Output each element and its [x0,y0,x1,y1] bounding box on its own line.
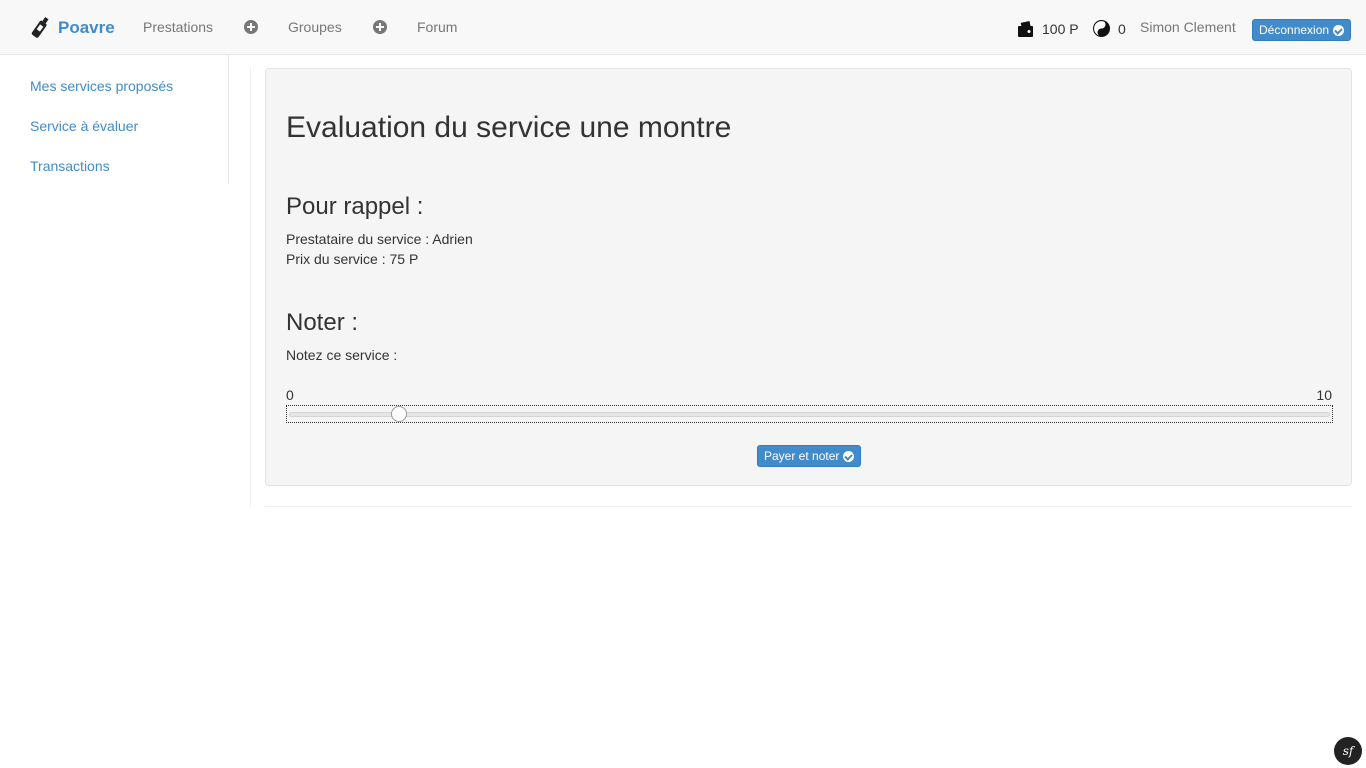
karma-value: 0 [1118,20,1126,37]
brand-link[interactable]: Poavre [30,15,115,41]
wallet-balance: 100 P [1017,20,1079,38]
logout-label: Déconnexion [1259,23,1330,37]
nav-groupes[interactable]: Groupes [288,19,342,35]
rappel-heading: Pour rappel : [286,193,424,220]
top-navbar: Poavre Prestations Groupes Forum 100 P 0… [0,0,1366,55]
slider-max-label: 10 [1316,387,1332,403]
symfony-icon[interactable]: sf [1334,737,1362,765]
price-line: Prix du service : 75 P [286,251,419,267]
logout-button[interactable]: Déconnexion [1252,19,1352,41]
evaluation-panel: Evaluation du service une montre Pour ra… [265,68,1352,486]
karma-score: 0 [1093,20,1126,37]
check-circle-icon [1333,24,1345,36]
rating-slider[interactable] [286,405,1333,423]
page-title: Evaluation du service une montre [286,111,732,144]
nav-forum[interactable]: Forum [417,19,457,35]
sidebar-item-service-a-evaluer[interactable]: Service à évaluer [30,118,138,134]
nav-prestations[interactable]: Prestations [143,19,213,35]
plus-circle-icon[interactable] [373,20,387,34]
noter-heading: Noter : [286,309,359,336]
pay-and-rate-button[interactable]: Payer et noter [757,445,862,467]
brand-name: Poavre [58,18,115,37]
wallet-amount: 100 P [1042,21,1079,37]
content-divider [250,68,251,507]
sidebar-item-transactions[interactable]: Transactions [30,158,110,174]
bottom-divider [265,506,1352,507]
user-name-link[interactable]: Simon Clement [1140,19,1236,35]
sidebar-item-mes-services[interactable]: Mes services proposés [30,78,173,94]
slider-track[interactable] [289,412,1330,417]
provider-line: Prestataire du service : Adrien [286,231,473,247]
bottle-logo-icon [31,17,49,38]
yin-yang-icon [1093,20,1110,37]
rating-prompt: Notez ce service : [286,347,398,363]
slider-handle[interactable] [390,406,407,422]
slider-min-label: 0 [286,387,294,403]
wallet-icon [1018,21,1033,37]
check-circle-icon [843,450,855,462]
sidebar: Mes services proposés Service à évaluer … [0,55,229,184]
pay-and-rate-label: Payer et noter [764,449,840,463]
plus-circle-icon[interactable] [244,20,258,34]
